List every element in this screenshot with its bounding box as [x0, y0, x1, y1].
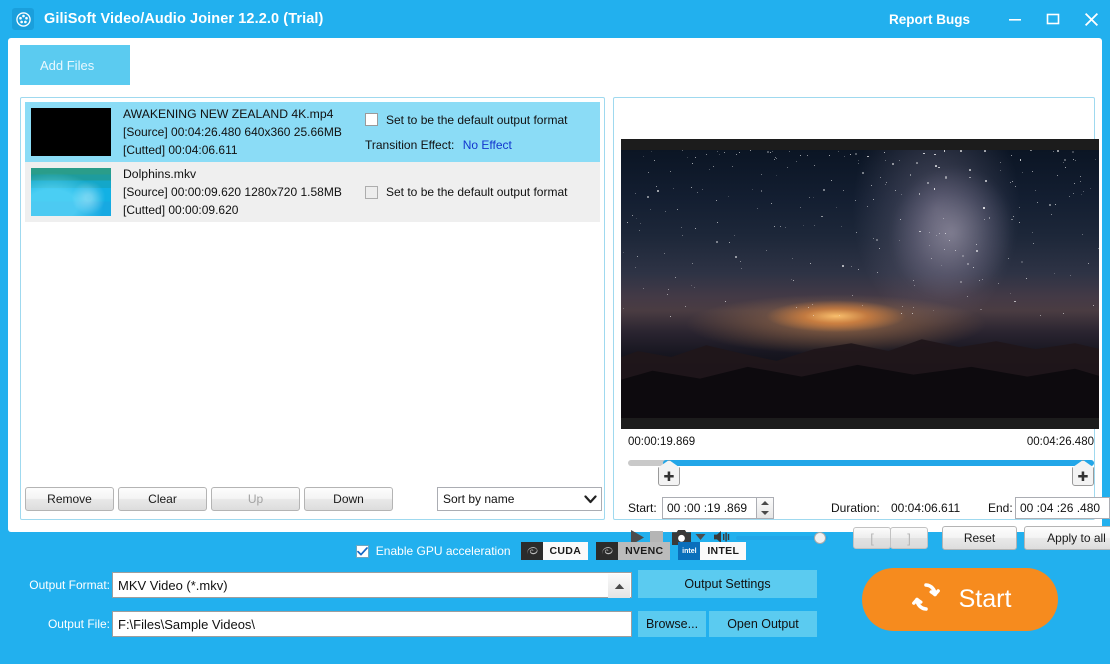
badge-label: NVENC	[618, 542, 671, 560]
letterbox-bottom	[621, 418, 1099, 429]
main-panel: Add Files AWAKENING NEW ZEALAND 4K.mp4 […	[8, 38, 1110, 550]
transition-effect-row: Transition Effect: No Effect	[365, 138, 567, 152]
end-label: End:	[988, 501, 1013, 515]
badge-label: INTEL	[700, 542, 747, 560]
file-cut-info: [Cutted] 00:00:09.620	[123, 203, 239, 217]
output-file-label: Output File:	[47, 617, 110, 631]
minimize-icon[interactable]	[996, 0, 1034, 38]
file-list[interactable]: AWAKENING NEW ZEALAND 4K.mp4 [Source] 00…	[25, 102, 600, 474]
timeline-start-time: 00:00:19.869	[628, 436, 696, 448]
table-row[interactable]: Dolphins.mkv [Source] 00:00:09.620 1280x…	[25, 162, 600, 222]
default-format-row[interactable]: Set to be the default output format	[365, 113, 567, 127]
sort-select[interactable]: Sort by name	[437, 487, 602, 511]
app-title: GiliSoft Video/Audio Joiner 12.2.0 (Tria…	[44, 11, 324, 27]
remove-button[interactable]: Remove	[25, 487, 114, 511]
start-label: Start:	[628, 501, 657, 515]
chevron-up-icon[interactable]	[608, 574, 630, 598]
default-format-row[interactable]: Set to be the default output format	[365, 185, 567, 199]
trim-handle-right[interactable]: ✚	[1072, 460, 1094, 486]
window-controls: Report Bugs	[889, 0, 1110, 38]
start-button-label: Start	[958, 585, 1012, 613]
open-output-button[interactable]: Open Output	[709, 611, 817, 637]
letterbox-top	[621, 139, 1099, 150]
trim-handle-left[interactable]: ✚	[658, 460, 680, 486]
output-format-label: Output Format:	[29, 578, 110, 592]
table-row[interactable]: AWAKENING NEW ZEALAND 4K.mp4 [Source] 00…	[25, 102, 600, 162]
chevron-down-icon	[580, 489, 600, 509]
output-file-input[interactable]: F:\Files\Sample Videos\	[112, 611, 632, 637]
timeline-selection	[662, 460, 1094, 466]
browse-button[interactable]: Browse...	[638, 611, 706, 637]
timeline-end-time: 00:04:26.480	[1026, 436, 1094, 448]
badge-cuda: CUDA	[520, 542, 589, 560]
intel-icon: intel	[678, 542, 701, 560]
badge-label: CUDA	[542, 542, 589, 560]
default-format-checkbox[interactable]	[365, 113, 378, 126]
default-format-label: Set to be the default output format	[386, 185, 568, 199]
timeline-time-labels: 00:00:19.869 00:04:26.480	[628, 436, 1094, 448]
start-button[interactable]: Start	[862, 568, 1058, 631]
file-info: Dolphins.mkv [Source] 00:00:09.620 1280x…	[123, 166, 342, 218]
preview-panel: 00:00:19.869 00:04:26.480 ✚ ✚ Start: 00 …	[613, 97, 1110, 550]
nvidia-icon	[596, 542, 619, 560]
nvidia-icon	[520, 542, 543, 560]
file-name: Dolphins.mkv	[123, 167, 197, 181]
transition-effect-label: Transition Effect:	[365, 137, 455, 152]
file-list-toolbar: Remove Clear Up Down Sort by name	[25, 487, 602, 511]
move-down-button[interactable]: Down	[304, 487, 393, 511]
file-source-info: [Source] 00:00:09.620 1280x720 1.58MB	[123, 185, 342, 199]
add-files-button[interactable]: Add Files	[20, 45, 130, 85]
duration-value: 00:04:06.611	[891, 501, 961, 515]
mountain-ridge	[621, 339, 1099, 418]
start-time-stepper[interactable]	[757, 497, 774, 519]
file-list-panel: AWAKENING NEW ZEALAND 4K.mp4 [Source] 00…	[20, 97, 605, 520]
gpu-acceleration-label: Enable GPU acceleration	[375, 544, 511, 558]
black-video-thumbnail	[31, 108, 111, 156]
film-reel-icon	[12, 8, 34, 30]
titlebar: GiliSoft Video/Audio Joiner 12.2.0 (Tria…	[0, 0, 1110, 38]
trim-handle-icon: ✚	[663, 469, 675, 484]
output-format-value: MKV Video (*.mkv)	[118, 577, 228, 593]
clear-button[interactable]: Clear	[118, 487, 207, 511]
trim-handle-icon: ✚	[1077, 469, 1089, 484]
file-info: AWAKENING NEW ZEALAND 4K.mp4 [Source] 00…	[123, 106, 342, 158]
trim-fields-row: Start: 00 :00 :19 .869 Duration: 00:04:0…	[628, 496, 1110, 520]
duration-label: Duration:	[831, 501, 880, 515]
night-sky-milky-way-over-mountains	[621, 139, 1099, 418]
default-format-checkbox[interactable]	[365, 185, 378, 199]
gpu-acceleration-checkbox[interactable]	[355, 544, 369, 558]
move-up-button[interactable]: Up	[211, 487, 300, 511]
badge-nvenc: NVENC	[596, 542, 671, 560]
transition-effect-link[interactable]: No Effect	[463, 138, 512, 152]
close-icon[interactable]	[1072, 0, 1110, 38]
output-settings-button[interactable]: Output Settings	[638, 570, 817, 598]
maximize-icon[interactable]	[1034, 0, 1072, 38]
gpu-acceleration-row: Enable GPU acceleration CUDA NVENC intel…	[0, 540, 1110, 562]
badge-intel: intel INTEL	[678, 542, 747, 560]
underwater-video-thumbnail	[31, 168, 111, 216]
output-format-select[interactable]: MKV Video (*.mkv)	[112, 572, 632, 598]
refresh-cycle-icon	[909, 580, 943, 619]
file-name: AWAKENING NEW ZEALAND 4K.mp4	[123, 107, 334, 121]
end-time-input[interactable]: 00 :04 :26 .480	[1015, 497, 1110, 519]
file-options: Set to be the default output format Tran…	[365, 102, 567, 162]
video-preview[interactable]	[621, 139, 1099, 429]
file-options: Set to be the default output format	[365, 162, 567, 222]
file-cut-info: [Cutted] 00:04:06.611	[123, 143, 238, 157]
report-bugs-link[interactable]: Report Bugs	[889, 12, 970, 27]
trim-timeline[interactable]: ✚ ✚	[628, 454, 1094, 490]
default-format-label: Set to be the default output format	[386, 112, 568, 127]
file-source-info: [Source] 00:04:26.480 640x360 25.66MB	[123, 125, 342, 139]
start-time-input[interactable]: 00 :00 :19 .869	[662, 497, 757, 519]
sort-select-value: Sort by name	[443, 492, 515, 506]
